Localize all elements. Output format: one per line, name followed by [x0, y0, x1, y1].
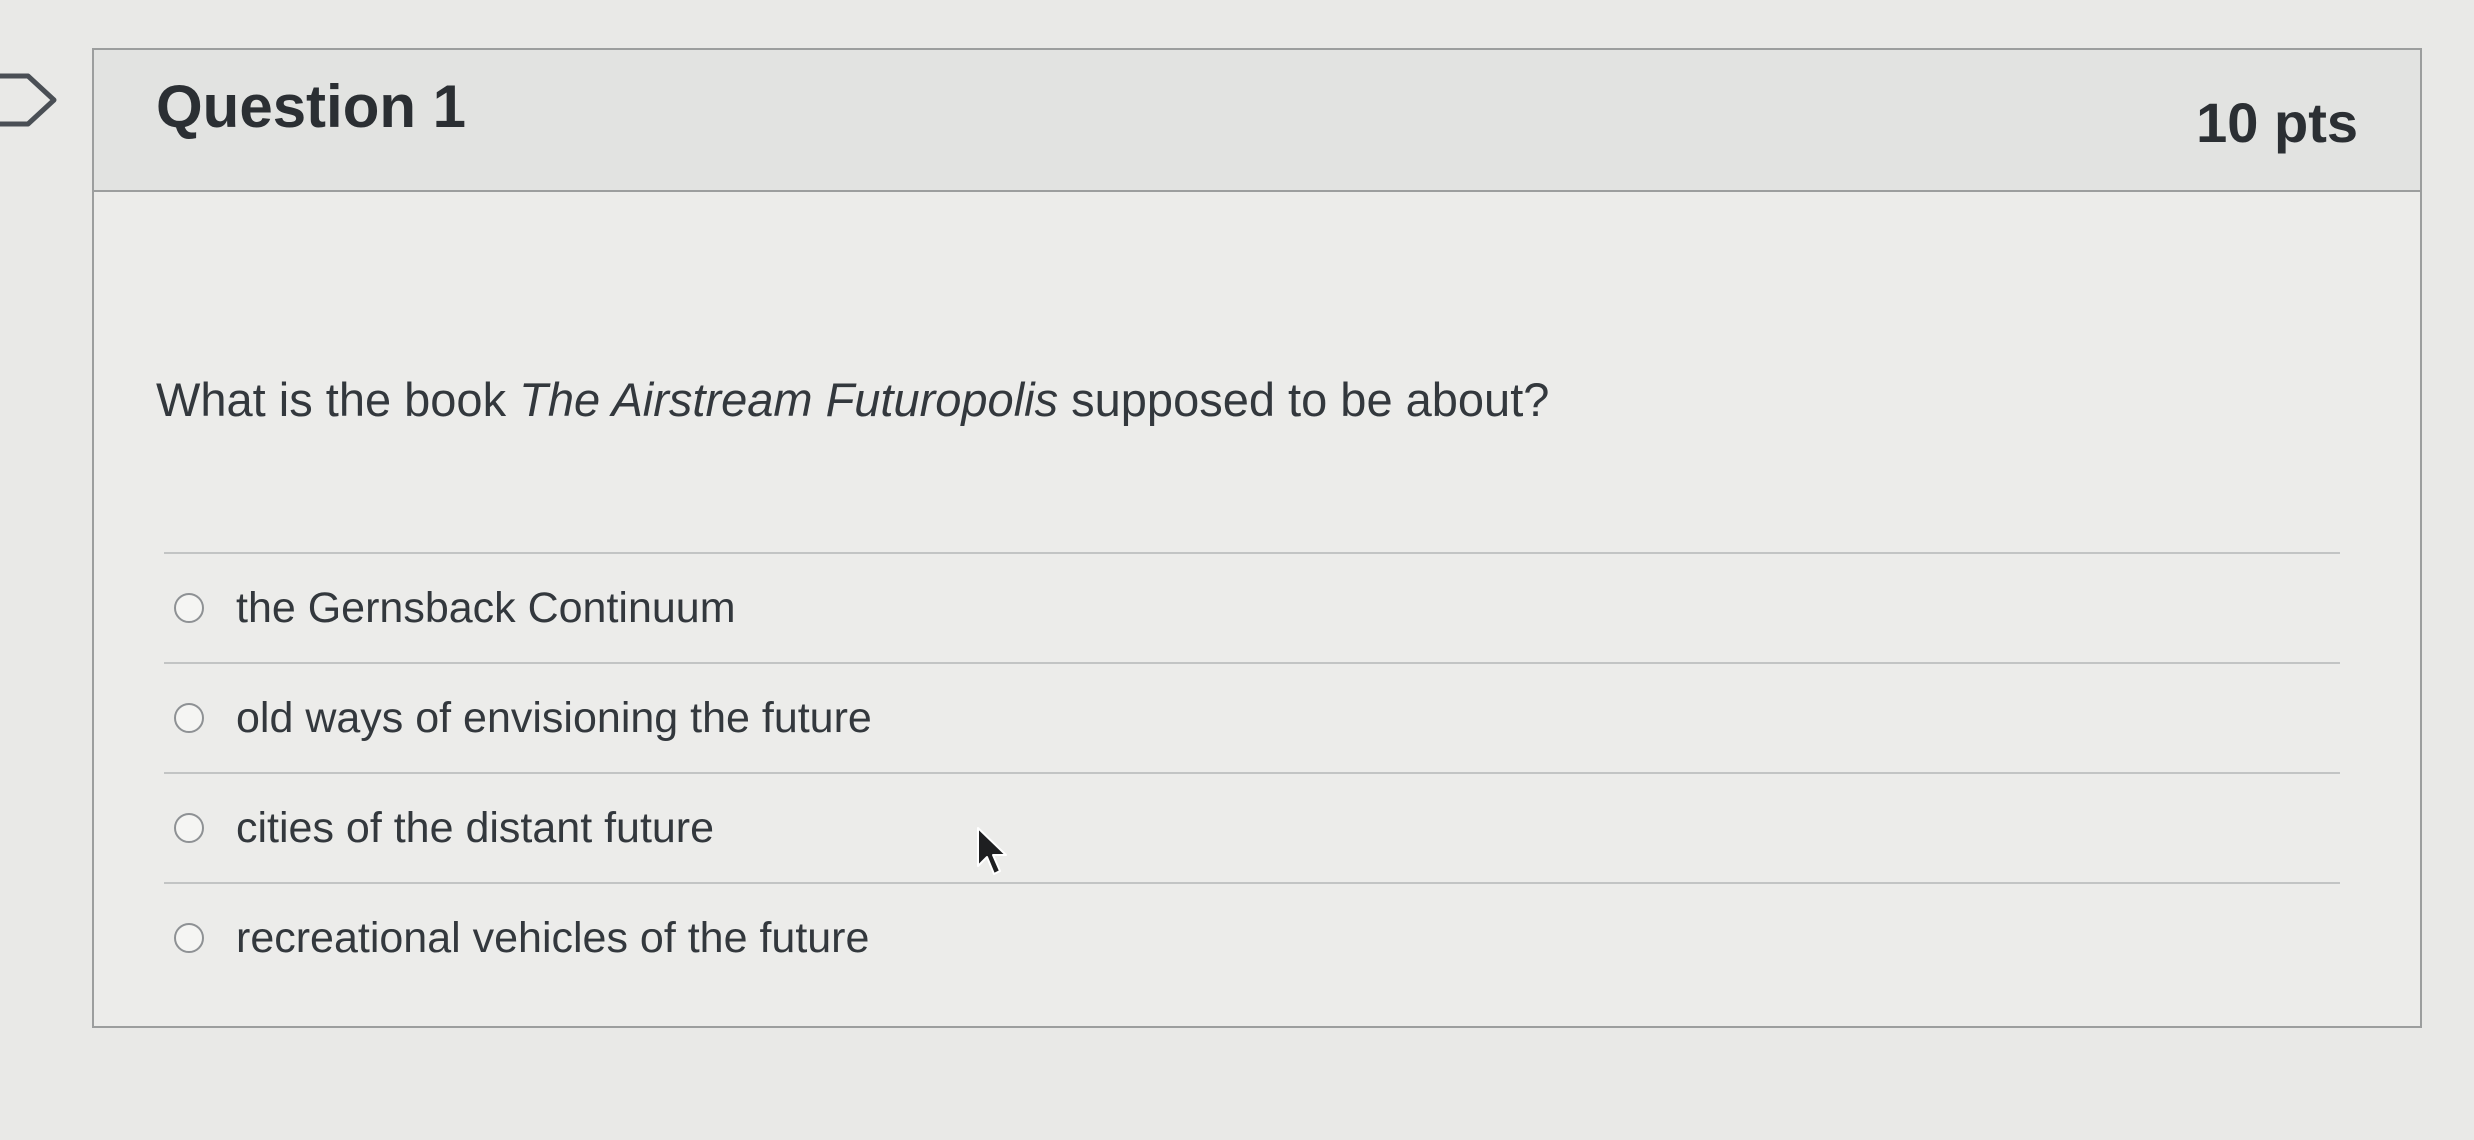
- radio-button[interactable]: [174, 923, 204, 953]
- answer-label[interactable]: recreational vehicles of the future: [236, 914, 869, 963]
- question-points: 10 pts: [2196, 91, 2358, 154]
- question-header: Question 1 10 pts: [94, 50, 2420, 192]
- answer-label[interactable]: the Gernsback Continuum: [236, 584, 736, 633]
- bookmark-flag-icon[interactable]: [0, 70, 60, 130]
- radio-button[interactable]: [174, 703, 204, 733]
- radio-button[interactable]: [174, 593, 204, 623]
- question-text-after: supposed to be about?: [1058, 373, 1550, 426]
- answer-option[interactable]: old ways of envisioning the future: [164, 664, 2340, 772]
- question-text-book-title: The Airstream Futuropolis: [519, 373, 1059, 426]
- answer-option[interactable]: the Gernsback Continuum: [164, 554, 2340, 662]
- question-card: Question 1 10 pts What is the book The A…: [92, 48, 2422, 1028]
- answer-label[interactable]: old ways of envisioning the future: [236, 694, 872, 743]
- answer-label[interactable]: cities of the distant future: [236, 804, 714, 853]
- radio-button[interactable]: [174, 813, 204, 843]
- answer-option[interactable]: cities of the distant future: [164, 774, 2340, 882]
- mouse-pointer-icon: [977, 827, 1007, 875]
- question-title: Question 1: [156, 73, 467, 140]
- question-text-before: What is the book: [156, 373, 520, 426]
- answer-list: the Gernsback Continuum old ways of envi…: [164, 552, 2340, 992]
- question-text: What is the book The Airstream Futuropol…: [156, 372, 1549, 427]
- answer-option[interactable]: recreational vehicles of the future: [164, 884, 2340, 992]
